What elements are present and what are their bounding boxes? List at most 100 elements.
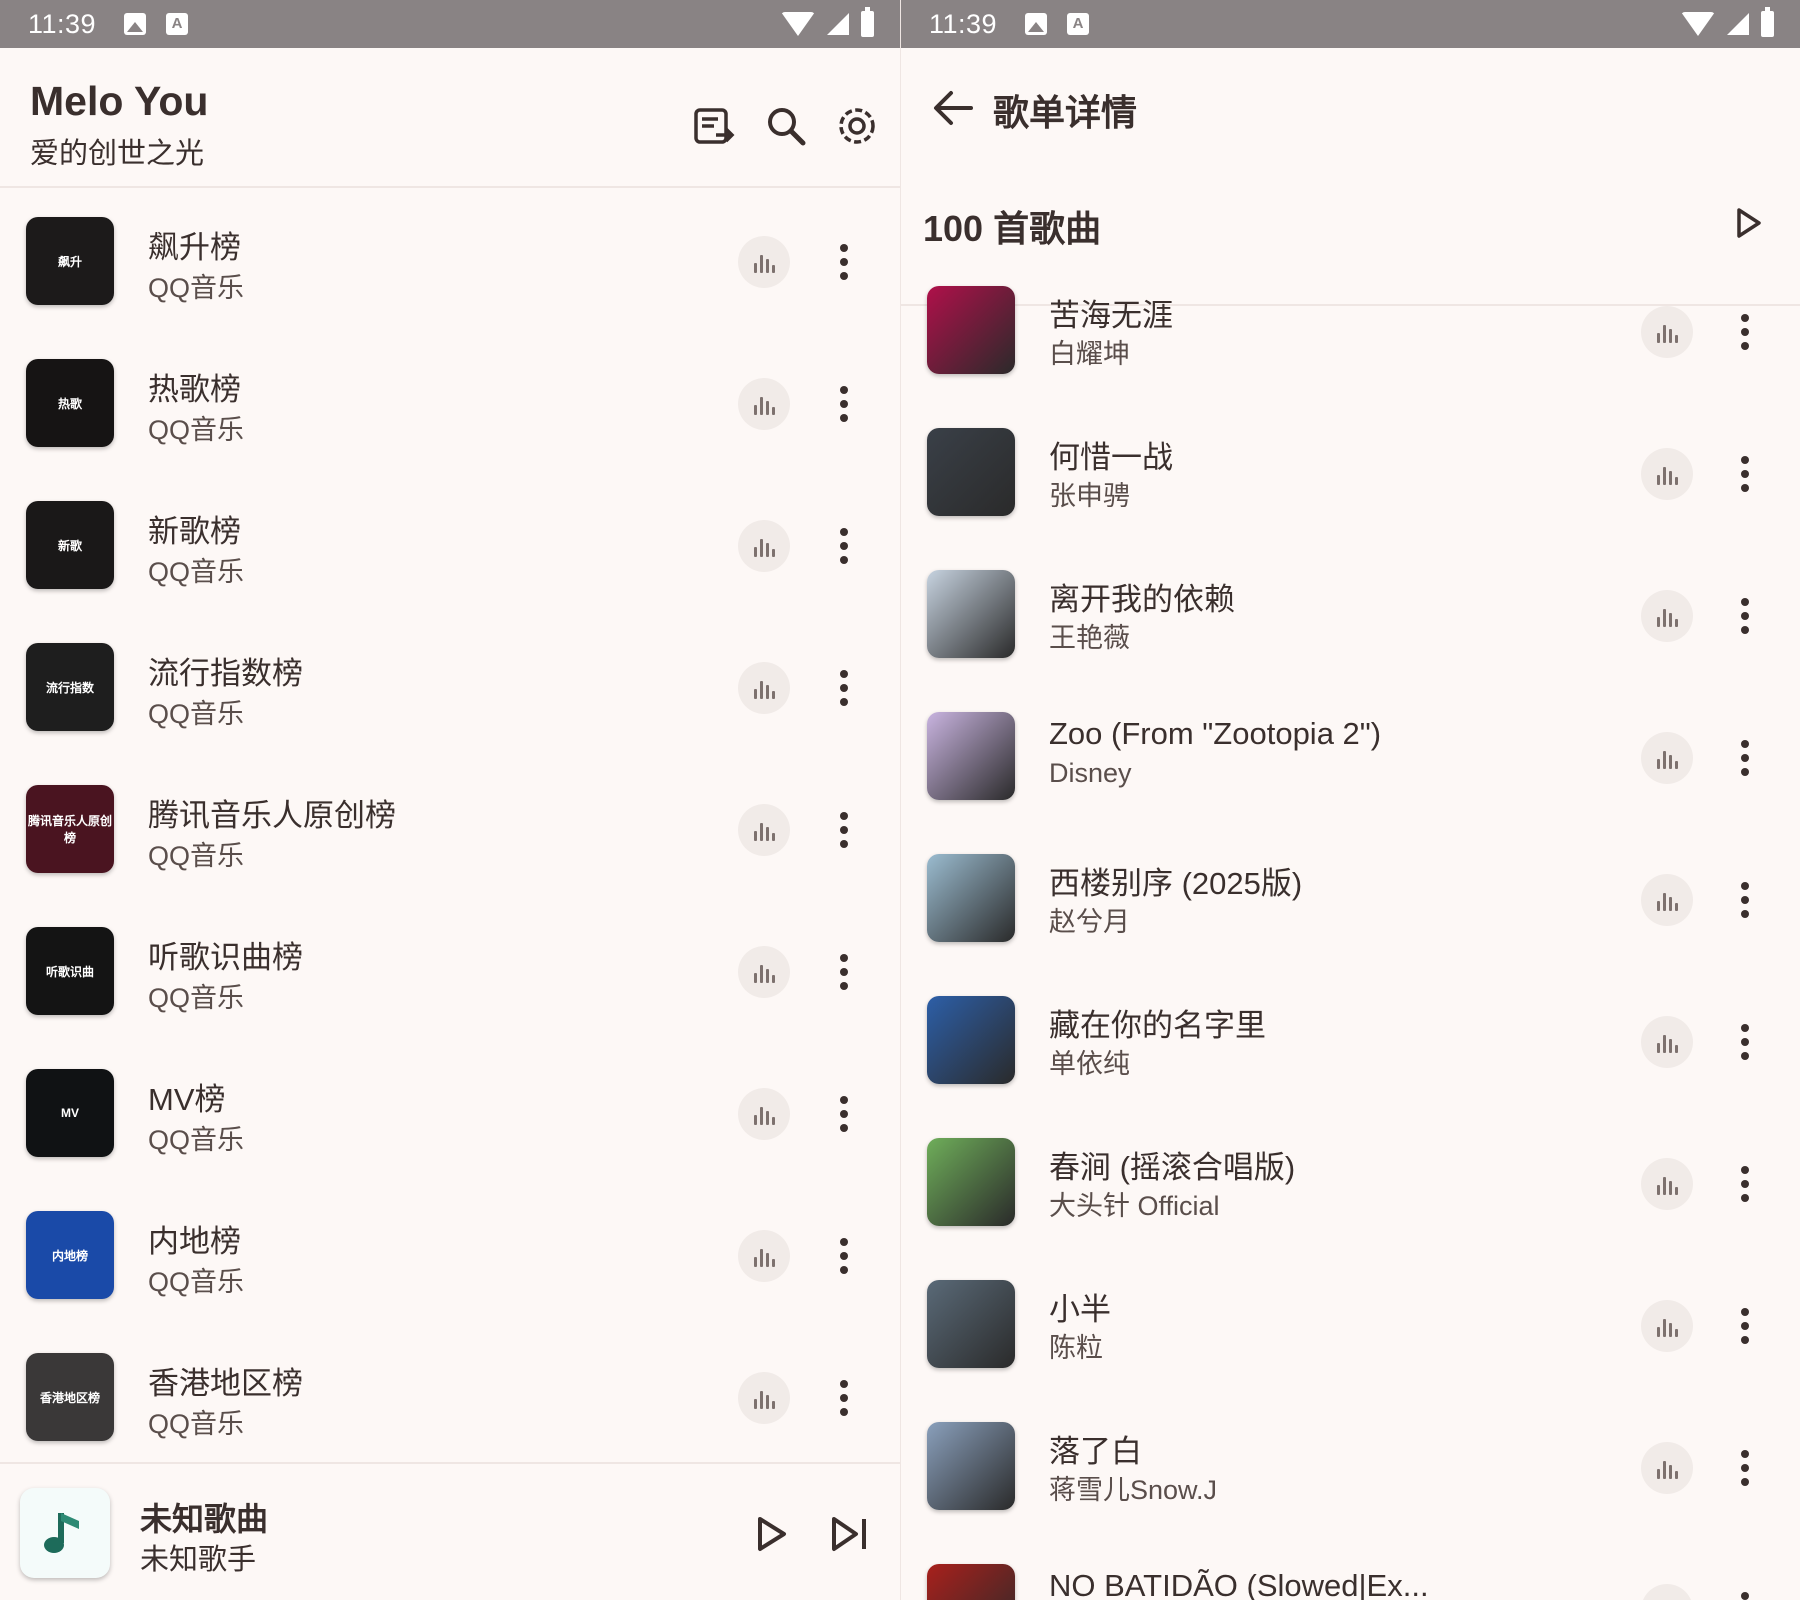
playlist-import-icon <box>694 108 735 144</box>
more-options-button[interactable] <box>1725 1012 1765 1072</box>
more-options-button[interactable] <box>1725 302 1765 362</box>
more-options-button[interactable] <box>1725 444 1765 504</box>
next-button[interactable] <box>820 1504 880 1564</box>
more-options-button[interactable] <box>824 1226 864 1286</box>
song-list-item[interactable]: 西楼别序 (2025版) 赵兮月 <box>901 828 1800 970</box>
song-list-item[interactable]: 苦海无涯 白耀坤 <box>901 260 1800 402</box>
chart-list-item[interactable]: MV MV榜 QQ音乐 <box>0 1042 900 1184</box>
chart-title: 新歌榜 <box>148 514 241 549</box>
more-options-button[interactable] <box>824 232 864 292</box>
more-options-button[interactable] <box>1725 1296 1765 1356</box>
chart-list-item[interactable]: 听歌识曲 听歌识曲榜 QQ音乐 <box>0 900 900 1042</box>
song-list-item[interactable]: 春涧 (摇滚合唱版) 大头针 Official <box>901 1112 1800 1254</box>
visualizer-button[interactable] <box>738 1088 790 1140</box>
visualizer-button[interactable] <box>738 662 790 714</box>
chart-list-item[interactable]: 香港地区榜 香港地区榜 QQ音乐 <box>0 1326 900 1468</box>
more-options-button[interactable] <box>1725 728 1765 788</box>
visualizer-button[interactable] <box>738 520 790 572</box>
more-options-button[interactable] <box>1725 870 1765 930</box>
chart-title: 流行指数榜 <box>148 656 303 691</box>
visualizer-button[interactable] <box>1641 1584 1693 1600</box>
song-title: 何惜一战 <box>1049 440 1173 475</box>
play-button[interactable] <box>742 1504 802 1564</box>
page-title: 歌单详情 <box>993 92 1138 133</box>
more-options-button[interactable] <box>1725 1580 1765 1600</box>
visualizer-button[interactable] <box>738 804 790 856</box>
search-button[interactable] <box>754 94 818 158</box>
arrow-back-icon <box>934 91 973 125</box>
more-options-button[interactable] <box>1725 1154 1765 1214</box>
status-time: 11:39 <box>28 9 97 39</box>
cellular-signal-icon <box>1727 13 1749 35</box>
equalizer-icon <box>1656 1177 1678 1195</box>
chart-list-item[interactable]: 流行指数 流行指数榜 QQ音乐 <box>0 616 900 758</box>
visualizer-button[interactable] <box>1641 1158 1693 1210</box>
visualizer-button[interactable] <box>738 236 790 288</box>
image-notification-icon <box>1025 13 1047 35</box>
chart-list-item[interactable]: 飙升 飙升榜 QQ音乐 <box>0 190 900 332</box>
visualizer-button[interactable] <box>738 1372 790 1424</box>
song-list-item[interactable]: 离开我的依赖 王艳薇 <box>901 544 1800 686</box>
search-icon <box>768 108 806 146</box>
song-title: NO BATIDÃO (Slowed|Ex... <box>1049 1568 1429 1600</box>
chart-title: 听歌识曲榜 <box>148 940 303 975</box>
more-options-button[interactable] <box>824 942 864 1002</box>
song-cover <box>927 1564 1015 1600</box>
equalizer-icon <box>1656 609 1678 627</box>
more-vert-icon <box>840 812 848 848</box>
visualizer-button[interactable] <box>1641 874 1693 926</box>
song-list-item[interactable]: 藏在你的名字里 单依纯 <box>901 970 1800 1112</box>
visualizer-button[interactable] <box>738 1230 790 1282</box>
more-options-button[interactable] <box>824 516 864 576</box>
visualizer-button[interactable] <box>1641 590 1693 642</box>
song-list-item[interactable]: NO BATIDÃO (Slowed|Ex... <box>901 1538 1800 1600</box>
more-options-button[interactable] <box>824 374 864 434</box>
app-header: Melo You 爱的创世之光 <box>0 48 900 188</box>
visualizer-button[interactable] <box>738 946 790 998</box>
song-list-item[interactable]: Zoo (From "Zootopia 2") Disney <box>901 686 1800 828</box>
song-list-item[interactable]: 何惜一战 张申骋 <box>901 402 1800 544</box>
playlist-detail-screen: 11:39 A 歌单详情 100 首歌曲 苦海无涯 白耀坤 何惜一战 张申骋 离开我的依… <box>900 0 1800 1600</box>
chart-source: QQ音乐 <box>148 983 245 1013</box>
image-notification-icon <box>124 13 146 35</box>
chart-list-item[interactable]: 内地榜 内地榜 QQ音乐 <box>0 1184 900 1326</box>
song-artist: 白耀坤 <box>1049 339 1130 369</box>
more-options-button[interactable] <box>1725 1438 1765 1498</box>
chart-list-item[interactable]: 腾讯音乐人原创榜 腾讯音乐人原创榜 QQ音乐 <box>0 758 900 900</box>
song-title: 小半 <box>1049 1292 1111 1327</box>
visualizer-button[interactable] <box>1641 448 1693 500</box>
mini-player-title: 未知歌曲 <box>140 1501 269 1537</box>
status-time: 11:39 <box>929 9 998 39</box>
chart-cover: MV <box>26 1069 114 1157</box>
more-vert-icon <box>840 1096 848 1132</box>
playlist-import-button[interactable] <box>682 94 746 158</box>
settings-button[interactable] <box>825 94 889 158</box>
visualizer-button[interactable] <box>1641 306 1693 358</box>
chart-list-item[interactable]: 热歌 热歌榜 QQ音乐 <box>0 332 900 474</box>
chart-cover: 新歌 <box>26 501 114 589</box>
battery-icon <box>861 7 874 37</box>
chart-title: MV榜 <box>148 1082 226 1117</box>
back-button[interactable] <box>923 78 983 138</box>
visualizer-button[interactable] <box>738 378 790 430</box>
song-artist: 陈粒 <box>1049 1333 1103 1363</box>
equalizer-icon <box>753 539 775 557</box>
detail-header: 歌单详情 <box>901 48 1800 158</box>
song-artist: 张申骋 <box>1049 481 1130 511</box>
chart-list-item[interactable]: 新歌 新歌榜 QQ音乐 <box>0 474 900 616</box>
song-list-item[interactable]: 小半 陈粒 <box>901 1254 1800 1396</box>
visualizer-button[interactable] <box>1641 1442 1693 1494</box>
chart-list-screen: 11:39 A Melo You 爱的创世之光 飙升 飙升榜 QQ音乐 热歌 热歌榜 QQ… <box>0 0 900 1600</box>
visualizer-button[interactable] <box>1641 1300 1693 1352</box>
more-options-button[interactable] <box>824 1368 864 1428</box>
chart-source: QQ音乐 <box>148 1267 245 1297</box>
more-options-button[interactable] <box>824 800 864 860</box>
more-options-button[interactable] <box>824 658 864 718</box>
song-list-item[interactable]: 落了白 蒋雪儿Snow.J <box>901 1396 1800 1538</box>
more-options-button[interactable] <box>824 1084 864 1144</box>
visualizer-button[interactable] <box>1641 1016 1693 1068</box>
play-all-button[interactable] <box>1724 198 1774 248</box>
mini-player[interactable]: 未知歌曲 未知歌手 <box>0 1462 900 1600</box>
visualizer-button[interactable] <box>1641 732 1693 784</box>
more-options-button[interactable] <box>1725 586 1765 646</box>
